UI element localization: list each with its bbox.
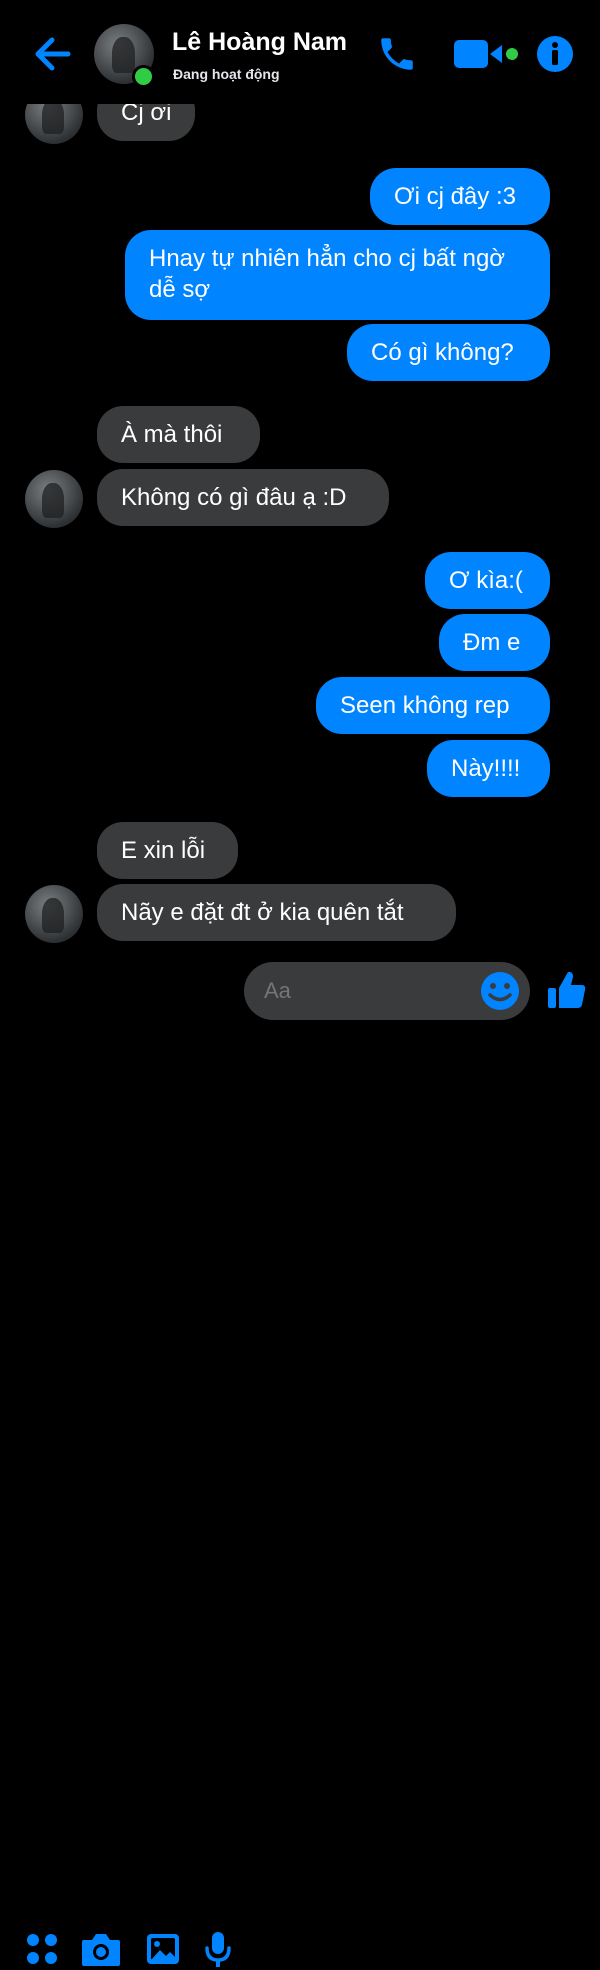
contact-status: Đang hoạt động	[173, 66, 280, 82]
message-sent[interactable]: Ơi cj đây :3	[370, 168, 550, 225]
message-received[interactable]: Không có gì đâu ạ :D	[97, 469, 389, 526]
online-status-dot	[132, 65, 155, 88]
message-sent[interactable]: Có gì không?	[347, 324, 550, 381]
message-sent[interactable]: Này!!!!	[427, 740, 550, 797]
phone-icon[interactable]	[376, 32, 418, 76]
gallery-icon[interactable]	[145, 1932, 181, 1966]
info-icon[interactable]	[535, 34, 575, 74]
microphone-icon[interactable]	[204, 1930, 232, 1970]
camera-icon[interactable]	[80, 1932, 122, 1968]
emoji-icon[interactable]	[479, 970, 521, 1012]
thumbs-up-icon[interactable]	[546, 968, 588, 1012]
message-received[interactable]: E xin lỗi	[97, 822, 238, 879]
video-camera-icon[interactable]	[452, 36, 522, 72]
message-sent[interactable]: Hnay tự nhiên hẳn cho cj bất ngờ dễ sợ	[125, 230, 550, 320]
message-sent[interactable]: Đm e	[439, 614, 550, 671]
contact-avatar[interactable]	[25, 470, 83, 528]
contact-avatar[interactable]	[25, 885, 83, 943]
message-received[interactable]: À mà thôi	[97, 406, 260, 463]
back-arrow-icon[interactable]	[30, 34, 74, 74]
message-sent[interactable]: Ơ kìa:(	[425, 552, 550, 609]
chat-header: Lê Hoàng Nam Đang hoạt động	[0, 0, 600, 104]
message-received[interactable]: Nãy e đặt đt ở kia quên tắt	[97, 884, 456, 941]
message-sent[interactable]: Seen không rep	[316, 677, 550, 734]
apps-grid-icon[interactable]	[25, 1932, 59, 1966]
contact-name[interactable]: Lê Hoàng Nam	[172, 28, 347, 57]
